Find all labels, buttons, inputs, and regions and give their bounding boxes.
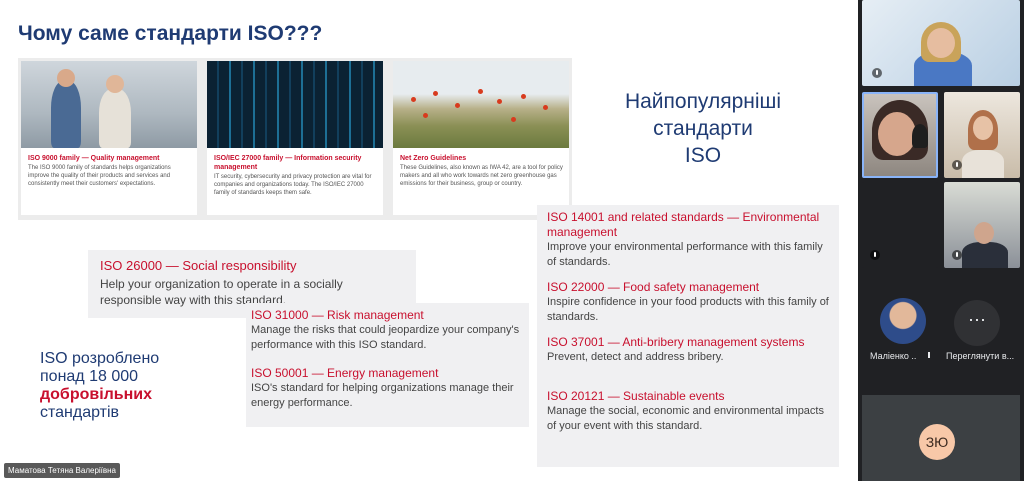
card-iso-9000: ISO 9000 family — Quality management The… [21,61,197,215]
participants-panel: ⋯ Маліенко ... Переглянути в... ЗЮ [858,0,1024,481]
presenter-name-tag: Маматова Тетяна Валеріївна [4,463,121,478]
popular-standards-heading: Найпопулярніші стандарти ISO [624,90,782,167]
standards-cards-row: ISO 9000 family — Quality management The… [18,58,572,220]
muted-mic-icon [952,250,962,260]
standard-description: Improve your environmental performance w… [547,241,823,268]
standard-item: ISO 22000 — Food safety management Inspi… [547,280,829,325]
participant-tile-camera-off[interactable] [862,182,938,268]
standard-description: Prevent, detect and address bribery. [547,351,724,363]
participant-tile[interactable] [944,92,1020,178]
participant-name-label: Маліенко ... [870,351,916,361]
avatar[interactable] [880,298,926,344]
participant-tile-active-speaker[interactable] [862,92,938,178]
standard-item: ISO 37001 — Anti-bribery management syst… [547,335,829,365]
standard-item: ISO 50001 — Energy management ISO's stan… [251,366,524,411]
headphones-icon [912,124,928,148]
card-iso-27000: ISO/IEC 27000 family — Information secur… [207,61,383,215]
shared-presentation-slide: Чому саме стандарти ISO??? ISO 9000 fami… [0,0,858,481]
standard-description: Manage the social, economic and environm… [547,405,824,432]
standard-description: Manage the risks that could jeopardize y… [251,324,520,351]
muted-mic-icon [952,160,962,170]
standard-description: ISO's standard for helping organizations… [251,382,514,409]
standard-item: ISO 14001 and related standards — Enviro… [547,210,829,270]
standard-title: ISO 22000 — Food safety management [547,280,760,294]
card-title: ISO/IEC 27000 family — Information secur… [214,155,362,171]
card-title: Net Zero Guidelines [400,155,467,162]
standard-description: Inspire confidence in your food products… [547,296,829,323]
standards-box-middle: ISO 31000 — Risk management Manage the r… [246,303,529,427]
standard-title: ISO 26000 — Social responsibility [100,258,297,273]
muted-mic-icon [870,250,880,260]
card-net-zero: Net Zero Guidelines These Guidelines, al… [393,61,569,215]
poppy-field-image [393,61,569,148]
office-workers-image [21,61,197,148]
standard-title: ISO 14001 and related standards — Enviro… [547,210,820,239]
card-title: ISO 9000 family — Quality management [28,155,160,162]
view-more-label[interactable]: Переглянути в... [946,351,1018,361]
standard-title: ISO 20121 — Sustainable events [547,389,725,403]
muted-mic-icon [925,351,934,360]
server-room-image [207,61,383,148]
card-description: The ISO 9000 family of standards helps o… [28,165,171,187]
standards-box-right: ISO 14001 and related standards — Enviro… [537,205,839,467]
slide-title: Чому саме стандарти ISO??? [18,22,323,45]
participant-tile[interactable] [944,182,1020,268]
standard-title: ISO 50001 — Energy management [251,366,439,380]
standard-title: ISO 37001 — Anti-bribery management syst… [547,335,805,349]
self-initials-avatar: ЗЮ [919,424,955,460]
standard-item: ISO 20121 — Sustainable events Manage th… [547,389,829,434]
video-call-window: Чому саме стандарти ISO??? ISO 9000 fami… [0,0,1024,481]
card-description: These Guidelines, also known as IWA 42, … [400,165,563,187]
card-description: IT security, cybersecurity and privacy p… [214,174,372,196]
participant-tile[interactable] [862,0,1020,86]
muted-mic-icon [872,68,882,78]
developed-standards-note: ISO розроблено понад 18 000 добровільних… [40,350,160,421]
more-participants-button[interactable]: ⋯ [954,300,1000,346]
standard-title: ISO 31000 — Risk management [251,308,424,322]
standard-item: ISO 31000 — Risk management Manage the r… [251,308,524,353]
